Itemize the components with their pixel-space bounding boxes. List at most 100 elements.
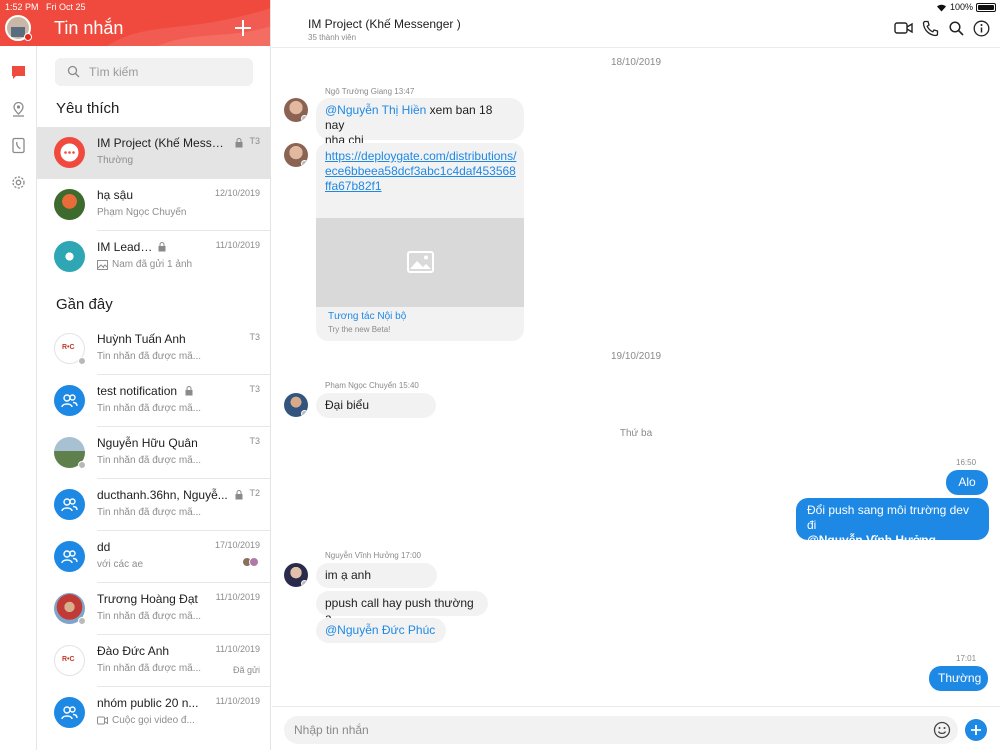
new-message-plus-icon[interactable] <box>233 18 253 38</box>
lock-icon <box>235 138 243 148</box>
outgoing-message-bubble[interactable]: Đổi push sang môi trường dev đi @Nguyễn … <box>796 498 989 547</box>
contacts-icon[interactable] <box>10 137 27 154</box>
conversation-name: IM Leaders <box>97 240 157 254</box>
sender-avatar[interactable] <box>284 393 308 417</box>
outgoing-message-bubble[interactable]: Alo <box>946 470 988 495</box>
message-bubble[interactable]: Đại biểu <box>316 393 436 418</box>
presence-dot <box>24 33 32 41</box>
message-time: 17:01 <box>956 654 977 663</box>
sender-name-time: Phạm Ngọc Chuyển 15:40 <box>325 381 419 390</box>
conversation-time: 11/10/2019 <box>215 696 260 706</box>
conversation-item[interactable]: IM Leaders 11/10/2019 Nam đã gửi 1 ảnh <box>37 231 270 283</box>
presence-dot <box>78 357 86 365</box>
list-title: Tin nhắn <box>54 18 124 38</box>
presence-dot <box>78 617 86 625</box>
emoji-icon[interactable] <box>933 721 951 739</box>
conversation-name: hạ sậu <box>97 188 134 202</box>
conversation-time: 11/10/2019 <box>215 240 260 250</box>
status-time: 1:52 PM <box>5 2 39 12</box>
conversation-name: Nguyễn Hữu Quân <box>97 436 198 450</box>
add-attachment-button[interactable] <box>965 719 987 741</box>
composer-box[interactable] <box>284 716 958 744</box>
conversation-item[interactable]: R•C Huỳnh Tuấn Anh T3 Tin nhắn đã được m… <box>37 323 270 375</box>
message-text: Thường <box>938 671 982 685</box>
conversation-item[interactable]: nhóm public 20 n... 11/10/2019 Cuộc gọi … <box>37 687 270 739</box>
battery-percent: 100% <box>949 2 973 12</box>
message-bubble[interactable]: @Nguyễn Đức Phúc <box>316 618 446 643</box>
message-input[interactable] <box>294 716 894 744</box>
message-link[interactable]: https://deploygate.com/distributions/ece… <box>325 149 517 194</box>
location-icon[interactable] <box>10 101 27 118</box>
conversation-name: Huỳnh Tuấn Anh <box>97 332 186 346</box>
avatar-logo: R•C <box>62 656 75 663</box>
conversation-time: T3 <box>249 436 260 446</box>
search-icon[interactable] <box>949 21 964 36</box>
conversation-time: T2 <box>249 488 260 498</box>
recent-section-title: Gần đây <box>56 296 113 313</box>
conversation-item[interactable]: ducthanh.36hn, Nguyễ... T2 Tin nhắn đã đ… <box>37 479 270 531</box>
mention[interactable]: @Nguyễn Vĩnh Hưởng <box>807 533 936 547</box>
message-time: 16:50 <box>956 458 977 467</box>
link-preview-description: Try the new Beta! <box>328 325 391 334</box>
conversation-item[interactable]: hạ sậu 12/10/2019 Phạm Ngọc Chuyển <box>37 179 270 231</box>
sender-avatar[interactable] <box>284 98 308 122</box>
conversation-preview: Tin nhắn đã được mã... <box>97 507 202 518</box>
message-bubble[interactable]: ppush call hay push thường ạ <box>316 591 488 625</box>
composer-bar <box>272 706 1000 750</box>
sender-avatar[interactable] <box>284 563 308 587</box>
conversation-preview: Phạm Ngọc Chuyển <box>97 207 187 218</box>
conversation-preview: Thường <box>97 155 134 166</box>
info-icon[interactable] <box>973 20 990 37</box>
conversation-preview: Tin nhắn đã được mã... <box>97 351 202 362</box>
message-bubble[interactable]: @Nguyễn Thị Hiền xem ban 18 nay nha chi <box>316 98 524 147</box>
outgoing-message-bubble[interactable]: Thường <box>929 666 988 691</box>
battery-icon <box>976 2 996 12</box>
link-preview-title: Tương tác Nội bộ <box>328 311 407 322</box>
conversation-item[interactable]: IM Project (Khế Messenger ) T3 Thường <box>37 127 270 179</box>
conversation-preview: Tin nhắn đã được mã... <box>97 455 202 466</box>
conversation-avatar <box>54 137 85 168</box>
plus-icon <box>971 725 981 735</box>
conversation-item[interactable]: R•C Đào Đức Anh 11/10/2019 Tin nhắn đã đ… <box>37 635 270 687</box>
date-separator: Thứ ba <box>619 428 653 439</box>
status-bar: 1:52 PM Fri Oct 25 100% <box>0 0 1000 14</box>
conversation-avatar <box>54 697 85 728</box>
video-icon <box>97 716 108 725</box>
group-icon <box>61 498 78 512</box>
group-icon <box>61 394 78 408</box>
group-icon <box>61 706 78 720</box>
sender-name-time: Nguyễn Vĩnh Hưởng 17:00 <box>325 551 421 560</box>
chat-bubble-icon <box>60 143 79 162</box>
link-preview-card[interactable]: https://deploygate.com/distributions/ece… <box>316 143 524 341</box>
message-text: Đổi push sang môi trường dev đi <box>807 503 969 532</box>
conversation-preview: Tin nhắn đã được mã... <box>97 611 202 622</box>
video-call-icon[interactable] <box>894 21 913 35</box>
conversation-time: T3 <box>249 332 260 342</box>
search-input[interactable] <box>89 58 249 86</box>
phone-icon[interactable] <box>922 20 939 37</box>
message-bubble[interactable]: im ạ anh <box>316 563 437 588</box>
conversation-item[interactable]: test notification T3 Tin nhắn đã được mã… <box>37 375 270 427</box>
mention[interactable]: @Nguyễn Đức Phúc <box>325 623 435 637</box>
date-separator: 18/10/2019 <box>610 57 662 68</box>
search-box[interactable] <box>55 58 253 86</box>
message-text: im ạ anh <box>325 568 372 582</box>
chat-title[interactable]: IM Project (Khế Messenger ) <box>308 17 461 31</box>
conversation-item[interactable]: Nguyễn Hữu Quân T3 Tin nhắn đã được mã..… <box>37 427 270 479</box>
image-icon <box>97 260 108 270</box>
messages-icon[interactable] <box>10 64 27 81</box>
conversation-item[interactable]: Trương Hoàng Đạt 11/10/2019 Tin nhắn đã … <box>37 583 270 635</box>
conversation-preview: Tin nhắn đã được mã... <box>97 663 202 674</box>
conversation-name: dd <box>97 540 111 554</box>
conversation-preview: Cuộc gọi video đ... <box>112 715 195 726</box>
conversation-avatar <box>54 489 85 520</box>
conversation-avatar <box>54 385 85 416</box>
settings-gear-icon[interactable] <box>10 174 27 191</box>
sender-avatar[interactable] <box>284 143 308 167</box>
message-text: Alo <box>958 475 976 489</box>
conversation-time: 12/10/2019 <box>214 188 260 198</box>
mention[interactable]: @Nguyễn Thị Hiền <box>325 103 426 117</box>
conversation-name: IM Project (Khế Messenger ) <box>97 136 229 150</box>
image-placeholder-icon <box>407 251 434 273</box>
conversation-item[interactable]: dd 17/10/2019 với các ae <box>37 531 270 583</box>
